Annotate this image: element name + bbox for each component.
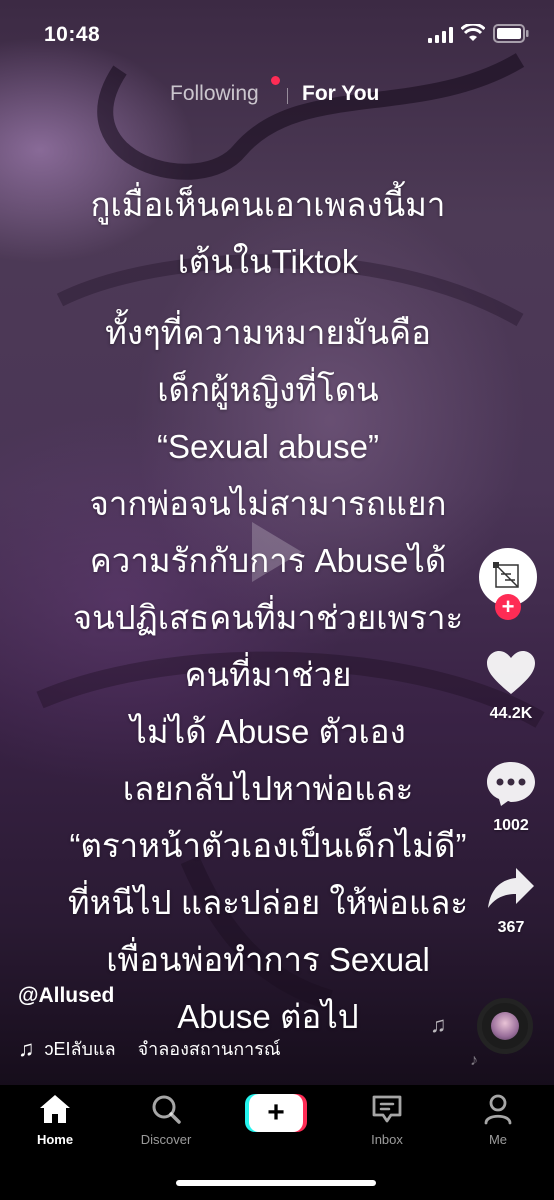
nav-label: Me	[488, 1132, 508, 1147]
status-bar: 10:48	[0, 0, 554, 70]
nav-home[interactable]: Home	[10, 1093, 100, 1147]
heart-icon	[487, 651, 535, 694]
caption-line: จนปฏิเสธคนที่มาช่วยเพราะ	[72, 599, 464, 636]
caption-line: คนที่มาช่วย	[184, 656, 352, 693]
profile-icon	[484, 1094, 512, 1125]
caption-line: ที่หนีไป และปล่อย ให้พ่อและ	[67, 884, 469, 921]
caption-line: “Sexual abuse”	[157, 428, 379, 465]
caption-line: “ตราหน้าตัวเองเป็นเด็กไม่ดี”	[69, 827, 467, 864]
floating-note-icon: ♫	[430, 1012, 447, 1037]
caption-line: ไม่ได้ Abuse ตัวเอง	[130, 713, 406, 750]
music-note-icon: ♫	[18, 1035, 35, 1061]
home-indicator	[176, 1180, 376, 1186]
inbox-icon	[372, 1095, 402, 1123]
comment-count: 1002	[493, 817, 529, 834]
cellular-signal-icon	[428, 27, 453, 43]
new-content-dot	[271, 76, 280, 85]
music-ticker[interactable]: ♫ ↄEIลับแล จำลองสถานการณ์	[18, 1034, 288, 1063]
comment-icon	[487, 762, 535, 806]
tab-for-you[interactable]: For You	[302, 82, 379, 106]
nav-label: Discover	[140, 1132, 192, 1147]
search-icon	[152, 1095, 181, 1124]
floating-note-icon: ♪	[470, 1052, 478, 1069]
nav-label: Home	[36, 1132, 74, 1147]
like-button[interactable]: 44.2K	[478, 650, 544, 723]
status-time: 10:48	[44, 23, 101, 46]
music-disc[interactable]	[477, 998, 533, 1054]
follow-plus-button[interactable]: +	[495, 594, 521, 620]
plus-icon: +	[249, 1094, 303, 1132]
battery-icon	[493, 24, 529, 43]
nav-me[interactable]: Me	[453, 1093, 543, 1147]
caption-line: เลยกลับไปหาพ่อและ	[122, 770, 414, 807]
tab-following[interactable]: Following	[170, 82, 259, 106]
music-title-part: จำลองสถานการณ์	[137, 1039, 281, 1059]
play-icon[interactable]	[248, 520, 304, 584]
caption-line: ทั้งๆที่ความหมายมันคือ	[105, 314, 431, 351]
caption-line: เต้นในTiktok	[177, 243, 359, 280]
music-disc-artwork	[491, 1012, 519, 1040]
wifi-icon	[461, 24, 485, 41]
nav-inbox[interactable]: Inbox	[342, 1093, 432, 1147]
comment-button[interactable]: 1002	[478, 760, 544, 835]
nav-discover[interactable]: Discover	[121, 1093, 211, 1147]
author-handle[interactable]: @Allused	[18, 984, 114, 1008]
music-title-part: ↄEIลับแล	[44, 1039, 116, 1059]
caption-line: เด็กผู้หญิงที่โดน	[157, 371, 379, 408]
share-count: 367	[497, 919, 525, 936]
like-count: 44.2K	[489, 705, 533, 722]
share-button[interactable]: 367	[478, 866, 544, 937]
caption-line: กูเมื่อเห็นคนเอาเพลงนี้มา	[90, 186, 446, 223]
share-arrow-icon	[488, 868, 534, 908]
create-button[interactable]: +	[245, 1094, 307, 1132]
video-caption-overlay: กูเมื่อเห็นคนเอาเพลงนี้มา เต้นในTiktok ท…	[30, 176, 506, 1045]
tab-separator	[287, 88, 288, 104]
home-icon	[40, 1095, 70, 1123]
caption-line: เพื่อนพ่อทำการ Sexual	[106, 941, 430, 978]
nav-label: Inbox	[371, 1132, 403, 1147]
